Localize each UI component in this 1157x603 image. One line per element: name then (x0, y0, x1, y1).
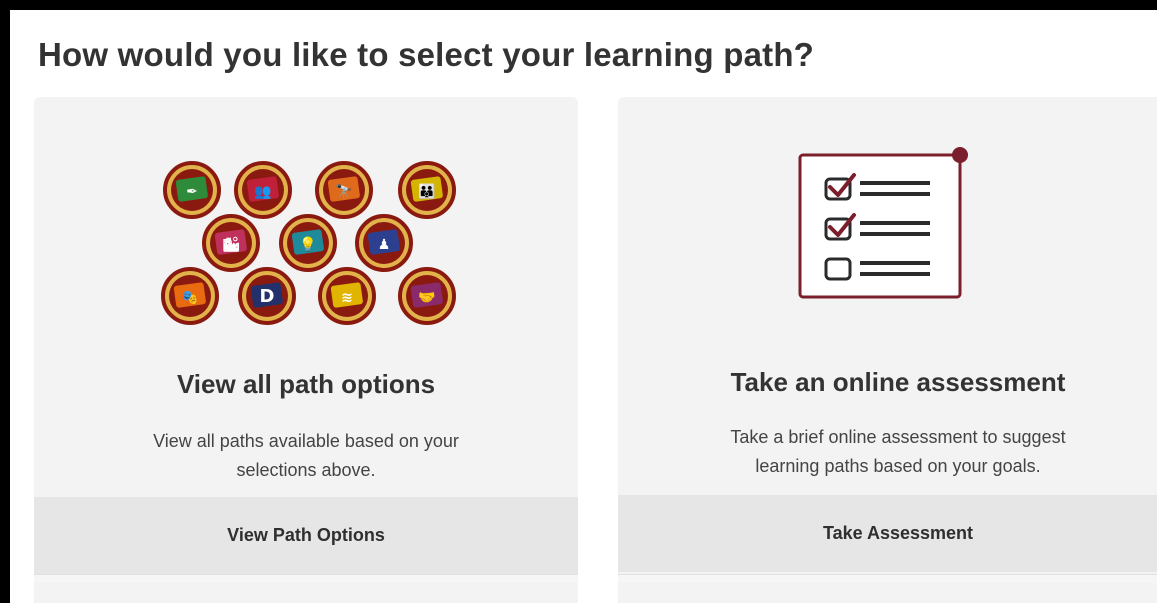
svg-text:💡: 💡 (299, 236, 316, 253)
badge-navy-d-icon: D (238, 267, 296, 325)
badge-yellow-group-icon: 👪 (398, 161, 456, 219)
take-assessment-button[interactable]: Take Assessment (618, 495, 1157, 572)
badge-orange-telescope-icon: 🔭 (315, 161, 373, 219)
view-paths-card[interactable]: ✒ 👥 🔭 👪 🏙 💡 ♟ 🎭 D ≋ 🤝 View all path options View a… (34, 97, 578, 603)
svg-text:D: D (260, 286, 275, 307)
badge-pink-city-icon: 🏙 (202, 214, 260, 272)
path-badges-illustration: ✒ 👥 🔭 👪 🏙 💡 ♟ 🎭 D ≋ 🤝 (161, 161, 456, 325)
checklist-icon (798, 147, 968, 299)
assessment-card[interactable]: Take an online assessment Take a brief o… (618, 97, 1157, 603)
view-paths-description: View all paths available based on your s… (34, 427, 578, 485)
view-paths-description-line-1: View all paths available based on your (153, 431, 459, 451)
badge-orange-masks-icon: 🎭 (161, 267, 219, 325)
svg-text:👥: 👥 (254, 184, 271, 200)
card-footer-strip (618, 574, 1157, 583)
badge-yellow-stripes-icon: ≋ (318, 267, 376, 325)
assessment-description: Take a brief online assessment to sugges… (618, 423, 1157, 481)
svg-text:🎭: 🎭 (181, 290, 198, 306)
assessment-title: Take an online assessment (730, 367, 1066, 397)
card-footer-strip (34, 574, 578, 583)
badge-teal-bulb-icon: 💡 (279, 214, 337, 272)
svg-text:🔭: 🔭 (335, 183, 352, 200)
svg-text:🏙: 🏙 (222, 236, 240, 253)
badge-red-people-icon: 👥 (234, 161, 292, 219)
page-frame: How would you like to select your learni… (0, 0, 1157, 603)
assessment-description-line-1: Take a brief online assessment to sugges… (730, 427, 1066, 447)
svg-text:♟: ♟ (378, 237, 391, 253)
svg-text:👪: 👪 (418, 183, 435, 200)
view-paths-title: View all path options (176, 369, 436, 399)
svg-text:≋: ≋ (341, 290, 353, 306)
badge-blue-chess-icon: ♟ (355, 214, 413, 272)
view-paths-description-line-2: selections above. (236, 460, 376, 480)
svg-text:✒: ✒ (186, 184, 198, 200)
badge-green-pen-icon: ✒ (163, 161, 221, 219)
badge-purple-handshake-icon: 🤝 (398, 267, 456, 325)
page-heading: How would you like to select your learni… (38, 36, 815, 73)
svg-text:🤝: 🤝 (418, 290, 435, 306)
view-path-options-button[interactable]: View Path Options (34, 497, 578, 574)
assessment-description-line-2: learning paths based on your goals. (755, 456, 1041, 476)
